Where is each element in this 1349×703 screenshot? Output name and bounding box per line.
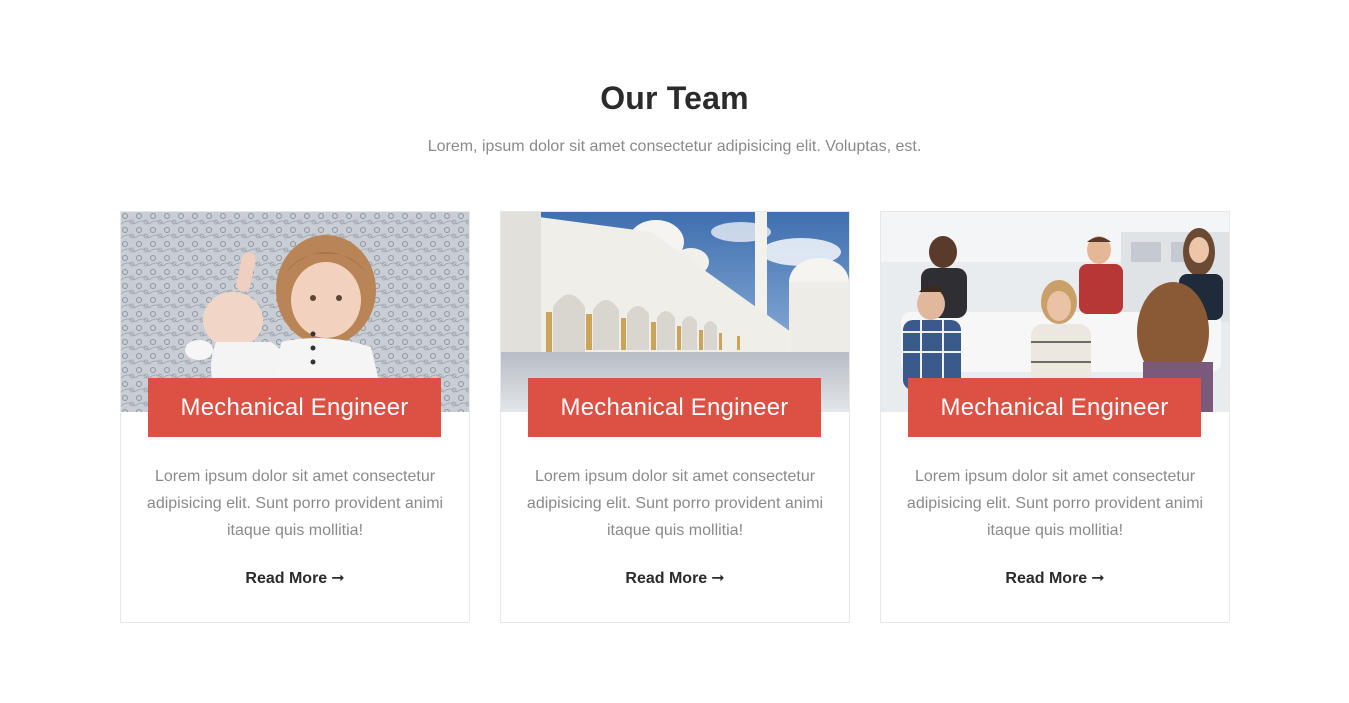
read-more-label: Read More xyxy=(1005,570,1088,587)
card-description: Lorem ipsum dolor sit amet consectetur a… xyxy=(906,468,1204,539)
arrow-right-icon: ➞ xyxy=(711,570,725,587)
read-more-link[interactable]: Read More ➞ xyxy=(501,568,849,588)
read-more-label: Read More xyxy=(625,570,708,587)
read-more-link[interactable]: Read More ➞ xyxy=(121,568,469,588)
card-description: Lorem ipsum dolor sit amet consectetur a… xyxy=(146,468,444,539)
section-subtitle: Lorem, ipsum dolor sit amet consectetur … xyxy=(427,138,922,155)
read-more-label: Read More xyxy=(245,570,328,587)
team-card: Mechanical Engineer Lorem ipsum dolor si… xyxy=(500,211,850,623)
role-badge: Mechanical Engineer xyxy=(148,378,441,437)
team-card: Mechanical Engineer Lorem ipsum dolor si… xyxy=(880,211,1230,623)
arrow-right-icon: ➞ xyxy=(331,570,345,587)
read-more-link[interactable]: Read More ➞ xyxy=(881,568,1229,588)
role-badge: Mechanical Engineer xyxy=(528,378,821,437)
section-title: Our Team xyxy=(600,80,749,116)
team-card: Mechanical Engineer Lorem ipsum dolor si… xyxy=(120,211,470,623)
arrow-right-icon: ➞ xyxy=(1091,570,1105,587)
card-description: Lorem ipsum dolor sit amet consectetur a… xyxy=(526,468,824,539)
role-badge: Mechanical Engineer xyxy=(908,378,1201,437)
